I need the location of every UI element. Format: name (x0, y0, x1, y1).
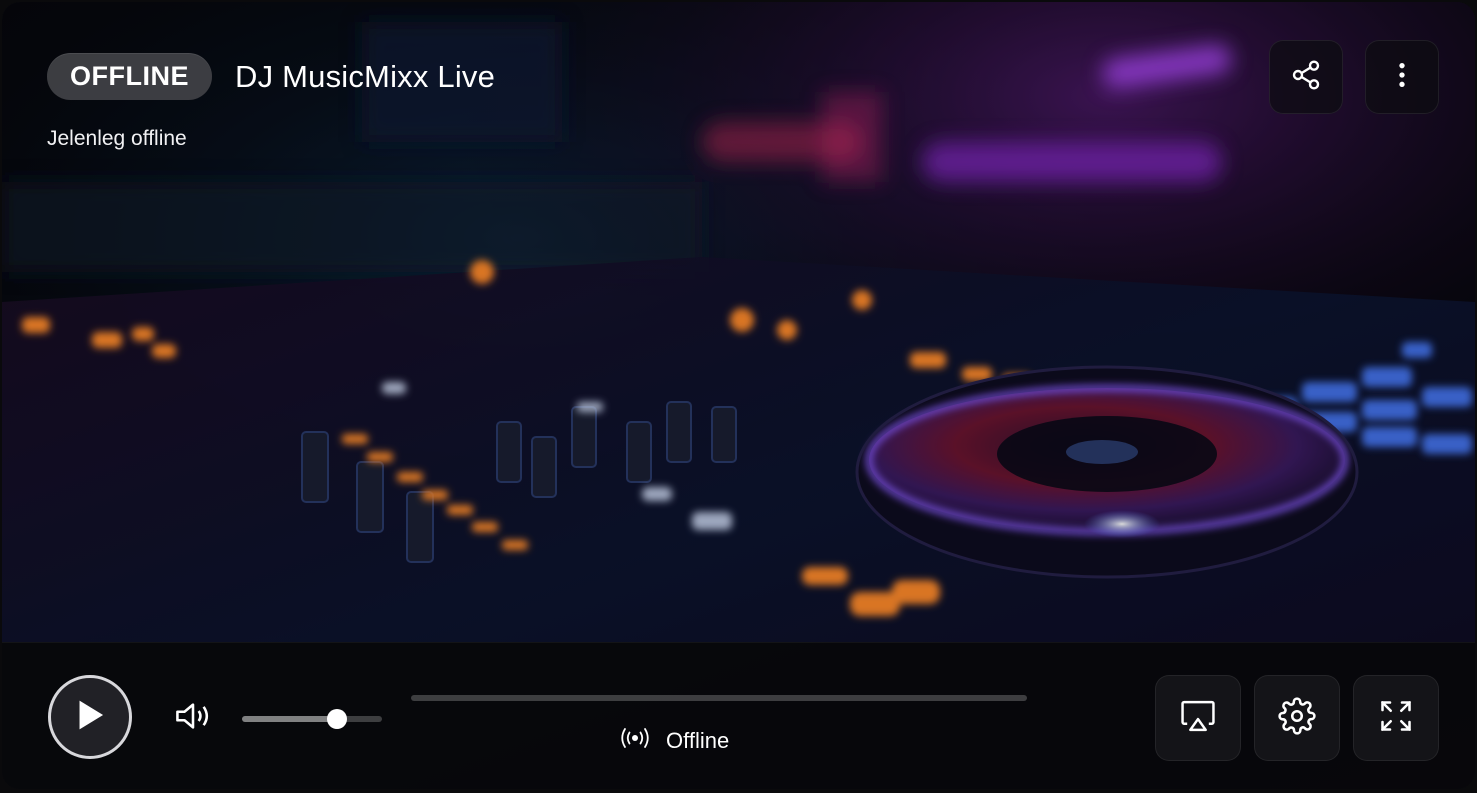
more-options-button[interactable] (1365, 40, 1439, 114)
volume-slider-handle[interactable] (327, 709, 348, 729)
play-button[interactable] (48, 675, 132, 759)
volume-button[interactable] (170, 698, 216, 738)
fullscreen-button[interactable] (1353, 675, 1439, 761)
play-icon (74, 698, 106, 737)
live-status: Offline (618, 727, 729, 755)
stream-subtitle: Jelenleg offline (47, 127, 187, 150)
stream-title: DJ MusicMixx Live (235, 58, 496, 94)
top-actions (1269, 40, 1439, 114)
stream-info: OFFLINE DJ MusicMixx Live Jelenleg offli… (47, 53, 495, 151)
airplay-button[interactable] (1155, 675, 1241, 761)
share-button[interactable] (1269, 40, 1343, 114)
progress-bar[interactable] (411, 695, 1027, 701)
volume-slider-fill (242, 716, 338, 722)
more-vertical-icon (1386, 59, 1418, 96)
broadcast-icon (618, 727, 652, 755)
settings-button[interactable] (1254, 675, 1340, 761)
video-player: OFFLINE DJ MusicMixx Live Jelenleg offli… (2, 2, 1475, 789)
fullscreen-icon (1378, 698, 1414, 739)
airplay-icon (1179, 699, 1217, 738)
volume-icon (173, 699, 213, 738)
control-bar: Offline (2, 642, 1475, 789)
share-icon (1290, 59, 1322, 96)
volume-slider[interactable] (242, 709, 382, 729)
live-status-label: Offline (666, 728, 730, 753)
status-badge: OFFLINE (47, 53, 212, 100)
right-controls (1155, 675, 1439, 761)
settings-icon (1278, 696, 1316, 740)
